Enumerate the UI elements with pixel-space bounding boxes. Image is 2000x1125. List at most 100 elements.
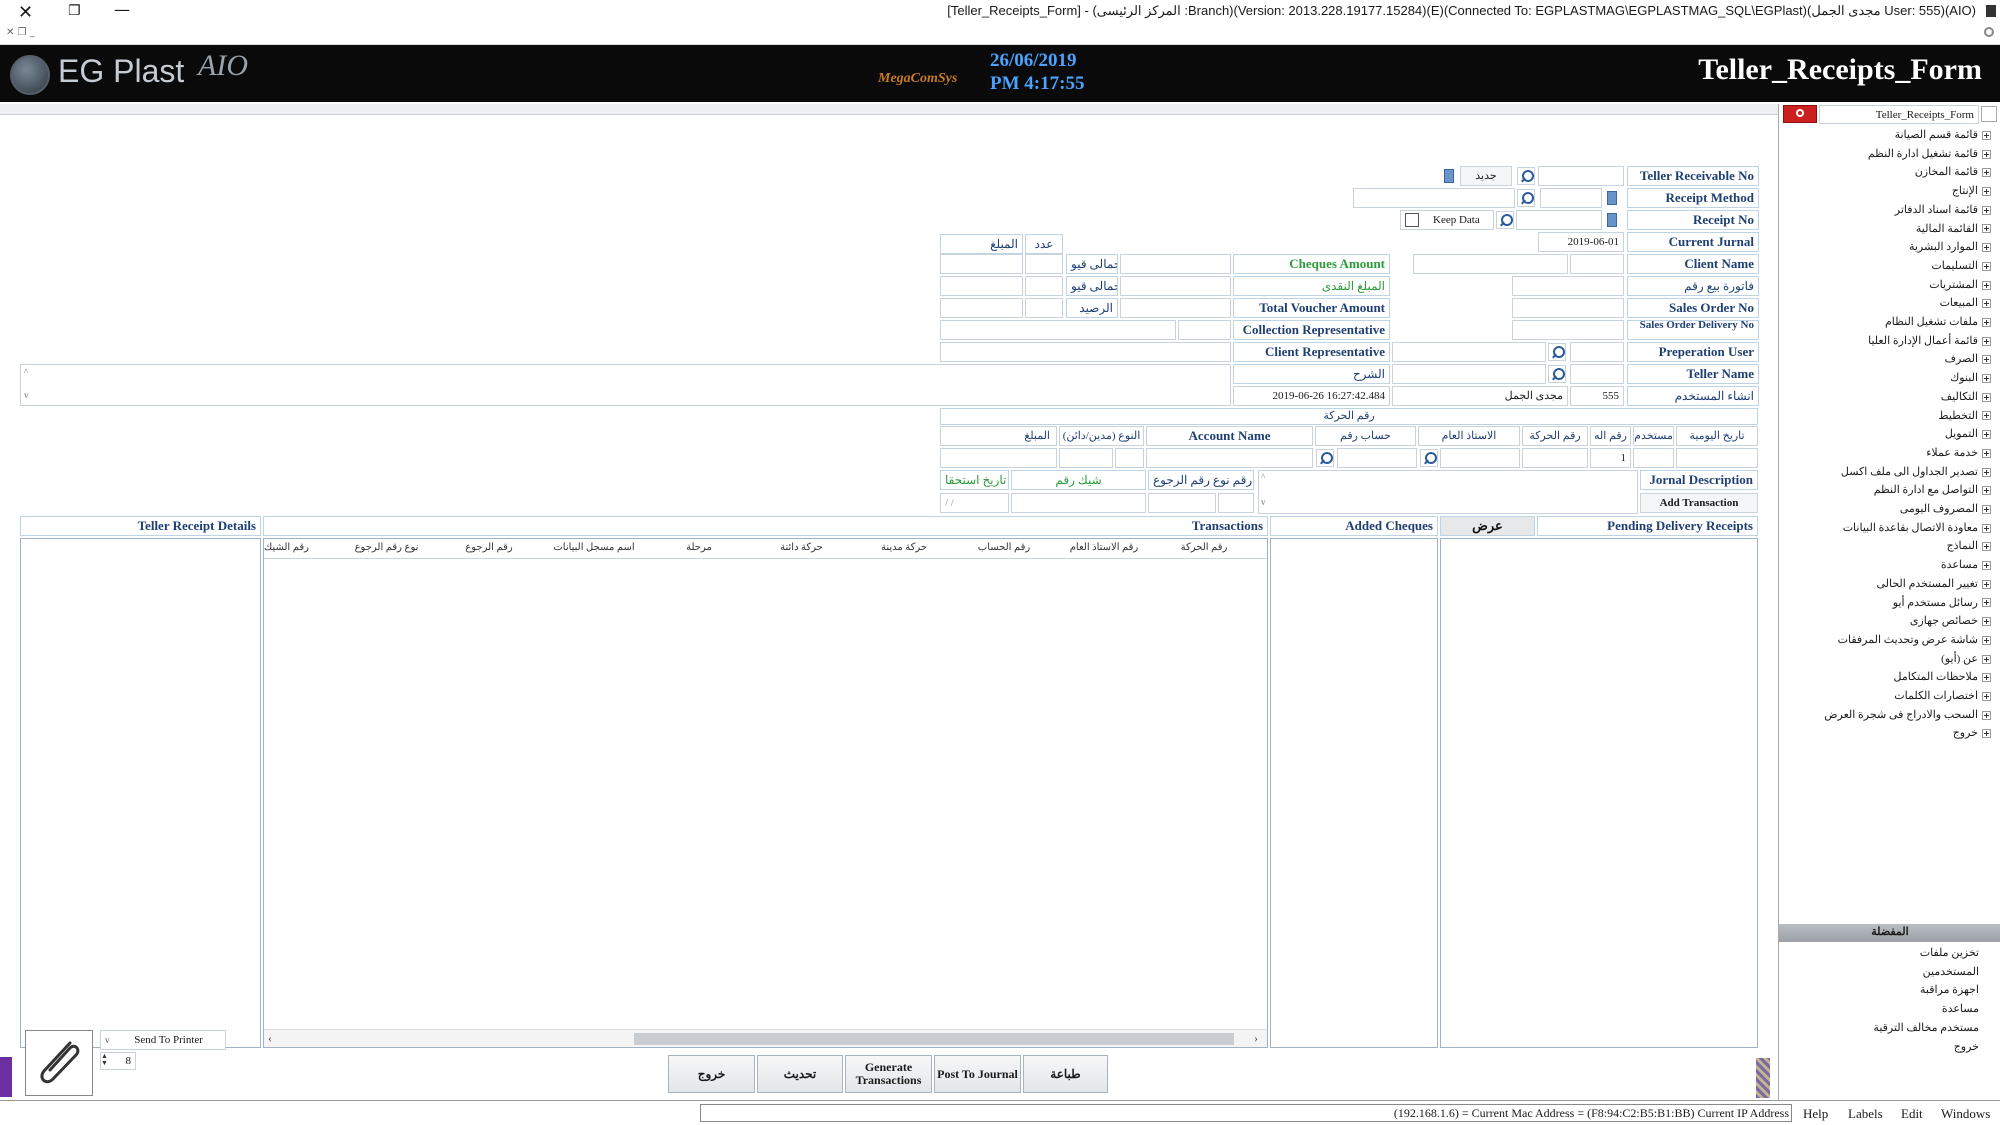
entry-debit-credit-2[interactable] (1059, 448, 1113, 468)
ledger-search-icon[interactable] (1420, 449, 1438, 467)
send-to-printer-checkbox[interactable]: v Send To Printer (100, 1030, 226, 1050)
expand-icon[interactable] (1982, 130, 1991, 140)
pending-delivery-receipts-grid[interactable] (1440, 538, 1758, 1048)
receipt-no-search-icon[interactable] (1496, 211, 1514, 229)
teller-name-input[interactable] (1392, 364, 1546, 384)
expand-icon[interactable] (1982, 691, 1991, 701)
close-icon[interactable]: ✕ (18, 2, 33, 23)
teller-search-icon[interactable] (1548, 365, 1566, 383)
expand-icon[interactable] (1982, 710, 1991, 720)
expand-icon[interactable] (1982, 579, 1991, 589)
sidebar-tree-item[interactable]: التخطيط (1938, 407, 1991, 425)
sidebar-tree-item[interactable]: المبيعات (1940, 294, 1991, 312)
generate-transactions-button[interactable]: Generate Transactions (845, 1055, 932, 1093)
receipt-no-input[interactable] (1516, 210, 1602, 230)
cash-amount-input[interactable] (1120, 276, 1231, 296)
sidebar-tree-item[interactable]: القائمة المالية (1916, 220, 1991, 238)
teller-receivable-no-input[interactable] (1538, 166, 1624, 186)
scroll-thumb[interactable] (634, 1033, 1234, 1045)
expand-icon[interactable] (1982, 486, 1991, 496)
entry-general-ledger[interactable] (1440, 448, 1520, 468)
sidebar-tree-item[interactable]: الإنتاج (1952, 182, 1991, 200)
sidebar-tree-item[interactable]: قائمة تشغيل ادارة النظم (1868, 145, 1991, 163)
current-jurnal-input[interactable]: 2019-06-01 (1538, 232, 1624, 252)
favorite-item[interactable]: خروج (1954, 1038, 1979, 1056)
sidebar-tree-item[interactable]: النماذج (1947, 537, 1991, 555)
restore-icon[interactable]: ❐ (68, 3, 81, 19)
sidebar-tree-item[interactable]: التمويل (1945, 425, 1991, 443)
sidebar-tree-item[interactable]: المصروف اليومى (1900, 500, 1991, 518)
cheque-no-input[interactable] (1011, 493, 1146, 513)
expand-icon[interactable] (1982, 205, 1991, 215)
collection-rep-name-input[interactable] (940, 320, 1176, 340)
menu-edit[interactable]: Edit (1901, 1106, 1923, 1122)
add-transaction-button[interactable]: Add Transaction (1640, 493, 1758, 513)
expand-icon[interactable] (1982, 280, 1991, 290)
preperation-user-code-input[interactable] (1570, 342, 1624, 362)
menu-windows[interactable]: Windows (1941, 1106, 1990, 1122)
preperation-user-name-input[interactable] (1392, 342, 1546, 362)
expand-icon[interactable] (1982, 392, 1991, 402)
tcol-debit[interactable]: حركة مدينة (854, 539, 954, 557)
cheques-amount-input[interactable] (1120, 254, 1231, 274)
expand-icon[interactable] (1982, 467, 1991, 477)
favorite-item[interactable]: المستخدمين (1923, 963, 1979, 981)
expand-icon[interactable] (1982, 654, 1991, 664)
post-to-journal-button[interactable]: Post To Journal (934, 1055, 1021, 1093)
expand-icon[interactable] (1982, 224, 1991, 234)
expand-icon[interactable] (1982, 411, 1991, 421)
sidebar-tree-item[interactable]: شاشة عرض وتحديث المرفقات (1838, 631, 1991, 649)
expand-icon[interactable] (1982, 355, 1991, 365)
expand-icon[interactable] (1982, 317, 1991, 327)
sidebar-tree-item[interactable]: قائمة أعمال الإدارة العليا (1868, 332, 1991, 350)
search-icon[interactable] (1517, 167, 1535, 185)
transactions-grid[interactable]: رقم الحركة رقم الاستاذ العام رقم الحساب … (263, 538, 1268, 1048)
sidebar-tree-item[interactable]: تصدير الجداول الى ملف اكسل (1841, 463, 1991, 481)
expand-icon[interactable] (1982, 374, 1991, 384)
expand-icon[interactable] (1982, 299, 1991, 309)
sidebar-tree-item[interactable]: البنوك (1950, 369, 1991, 387)
entry-amount[interactable] (940, 448, 1057, 468)
favorite-item[interactable]: تخزين ملفات (1920, 944, 1979, 962)
sales-invoice-no-input[interactable] (1512, 276, 1624, 296)
expand-icon[interactable] (1982, 336, 1991, 346)
entry-account-name[interactable] (1146, 448, 1313, 468)
sidebar-tree-item[interactable]: اختصارات الكلمات (1894, 687, 1991, 705)
description-scroll-up-icon[interactable]: ^ (24, 367, 28, 377)
print-button[interactable]: طباعة (1023, 1055, 1108, 1093)
teller-receipt-details-grid[interactable] (20, 538, 261, 1048)
receipt-method-search-icon[interactable] (1517, 189, 1535, 207)
jornal-description-textarea[interactable] (1258, 470, 1638, 514)
keep-data-checkbox[interactable] (1405, 213, 1419, 228)
sidebar-tree-item[interactable]: خصائص جهازى (1910, 612, 1991, 630)
minimize-icon[interactable]: — (114, 0, 130, 19)
sidebar-tree-item[interactable]: مساعدة (1941, 556, 1991, 574)
tcol-credit[interactable]: حركة دائنة (749, 539, 854, 557)
sidebar-find-icon[interactable] (1981, 106, 1997, 122)
tcol-return-no[interactable]: رقم الرجوع (439, 539, 539, 557)
favorite-item[interactable]: مستخدم مخالف الترقية (1873, 1019, 1979, 1037)
return-no-input[interactable] (1148, 493, 1216, 513)
sidebar-tree-item[interactable]: الصرف (1945, 350, 1991, 368)
tcol-transaction-no[interactable]: رقم الحركة (1154, 539, 1254, 557)
sidebar-tree-item[interactable]: معاودة الاتصال بقاعدة البيانات (1843, 519, 1991, 537)
expand-icon[interactable] (1982, 598, 1991, 608)
sidebar-tree-item[interactable]: ملاحظات المتكامل (1894, 668, 1991, 686)
sidebar-tree-item[interactable]: ملفات تشغيل النظام (1885, 313, 1991, 331)
sidebar-tree-item[interactable]: قائمة قسم الصيانة (1895, 126, 1991, 144)
tcol-stage[interactable]: مرحلة (649, 539, 749, 557)
expand-icon[interactable] (1982, 504, 1991, 514)
receipt-method-name-input[interactable] (1353, 188, 1515, 208)
sidebar-tree-item[interactable]: خروج (1953, 724, 1991, 742)
expand-icon[interactable] (1982, 542, 1991, 552)
sidebar-tree-item[interactable]: رسائل مستخدم أيو (1893, 594, 1991, 612)
account-search-icon[interactable] (1316, 449, 1334, 467)
sidebar-tree-item[interactable]: السحب والادراج فى شجرة العرض (1824, 706, 1991, 724)
entry-journal-date[interactable] (1676, 448, 1758, 468)
sales-order-delivery-no-input[interactable] (1512, 320, 1624, 340)
refresh-button[interactable]: تحديث (757, 1055, 843, 1093)
new-button[interactable]: جديد (1460, 166, 1512, 186)
client-name-input[interactable] (1413, 254, 1568, 274)
expand-icon[interactable] (1982, 617, 1991, 627)
menu-labels[interactable]: Labels (1848, 1106, 1883, 1122)
